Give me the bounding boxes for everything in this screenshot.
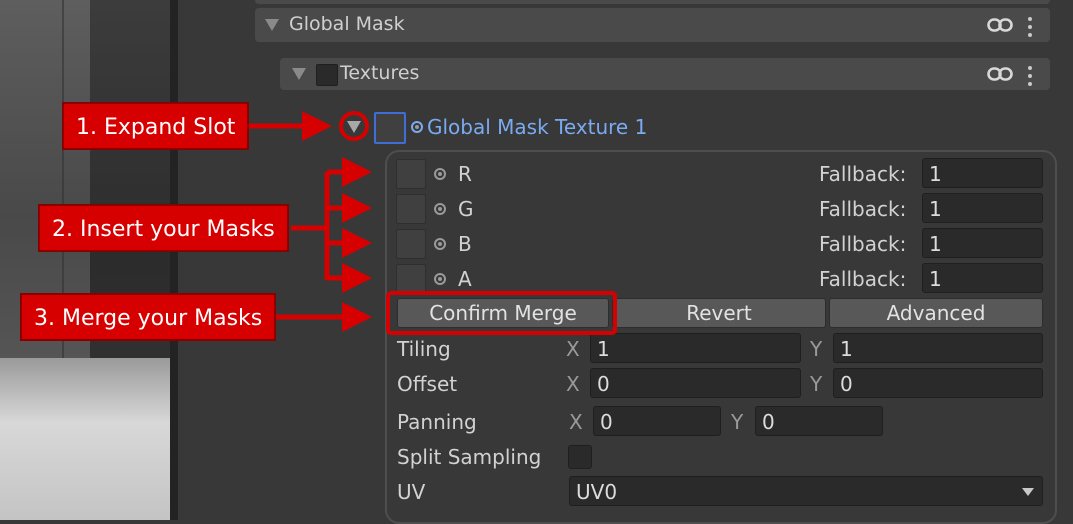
offset-x-input[interactable]: 0 [590,368,801,398]
fallback-label: Fallback: [819,267,907,291]
split-sampling-checkbox[interactable] [568,445,592,469]
slot-label[interactable]: Global Mask Texture 1 [427,115,647,139]
link-icon[interactable] [987,18,1013,32]
channel-texture-slot[interactable] [396,159,426,189]
split-sampling-label: Split Sampling [397,445,542,469]
offset-label: Offset [397,372,458,396]
kebab-menu-icon[interactable] [1028,17,1032,41]
fallback-input[interactable]: 1 [922,193,1043,223]
foldout-triangle-icon[interactable] [292,68,306,80]
foldout-triangle-icon[interactable] [265,19,279,31]
scene-floor [0,358,170,520]
panning-label: Panning [397,410,477,434]
textures-header[interactable]: Textures [280,58,1050,90]
channel-label: R [458,162,472,186]
step2-callout: 2. Insert your Masks [38,204,289,252]
panning-x-label: X [569,410,583,434]
fallback-label: Fallback: [819,162,907,186]
slot-foldout-triangle-icon[interactable] [347,121,361,133]
link-icon[interactable] [987,67,1013,81]
global-mask-label: Global Mask [289,13,405,35]
object-picker-icon[interactable] [434,273,446,285]
panning-y-label: Y [731,410,744,434]
textures-label: Textures [340,62,420,84]
uv-label: UV [397,480,426,504]
dropdown-arrow-icon [1022,488,1034,496]
channel-label: B [458,232,472,256]
object-picker-icon[interactable] [434,168,446,180]
previous-section-panel [255,0,1050,4]
advanced-button[interactable]: Advanced [829,298,1043,328]
fallback-label: Fallback: [819,197,907,221]
channel-texture-slot[interactable] [396,229,426,259]
channel-texture-slot[interactable] [396,194,426,224]
global-mask-header[interactable]: Global Mask [255,8,1050,42]
tiling-x-label: X [566,337,580,361]
uv-dropdown[interactable]: UV0 [569,476,1043,506]
uv-dropdown-value: UV0 [576,480,618,504]
step1-callout: 1. Expand Slot [62,102,250,150]
kebab-menu-icon[interactable] [1028,66,1032,90]
offset-y-input[interactable]: 0 [833,368,1043,398]
fallback-input[interactable]: 1 [922,263,1043,293]
step3-callout: 3. Merge your Masks [20,293,277,341]
fallback-label: Fallback: [819,232,907,256]
panel-divider[interactable] [170,0,178,520]
slot-texture-field[interactable] [374,112,406,144]
channel-label: G [458,197,474,221]
tiling-x-input[interactable]: 1 [590,333,801,363]
object-picker-icon[interactable] [434,203,446,215]
tiling-y-label: Y [810,337,823,361]
channel-label: A [458,267,472,291]
fallback-input[interactable]: 1 [922,228,1043,258]
offset-y-label: Y [810,372,823,396]
object-picker-icon[interactable] [434,238,446,250]
confirm-merge-button[interactable]: Confirm Merge [397,298,609,328]
tiling-y-input[interactable]: 1 [833,333,1043,363]
object-picker-icon[interactable] [411,121,423,133]
scene-viewport [0,0,170,520]
revert-button[interactable]: Revert [612,298,826,328]
panning-x-input[interactable]: 0 [593,406,721,436]
textures-toggle[interactable] [316,64,338,86]
panning-y-input[interactable]: 0 [755,406,883,436]
channel-texture-slot[interactable] [396,264,426,294]
fallback-input[interactable]: 1 [922,158,1043,188]
offset-x-label: X [566,372,580,396]
tiling-label: Tiling [397,337,451,361]
